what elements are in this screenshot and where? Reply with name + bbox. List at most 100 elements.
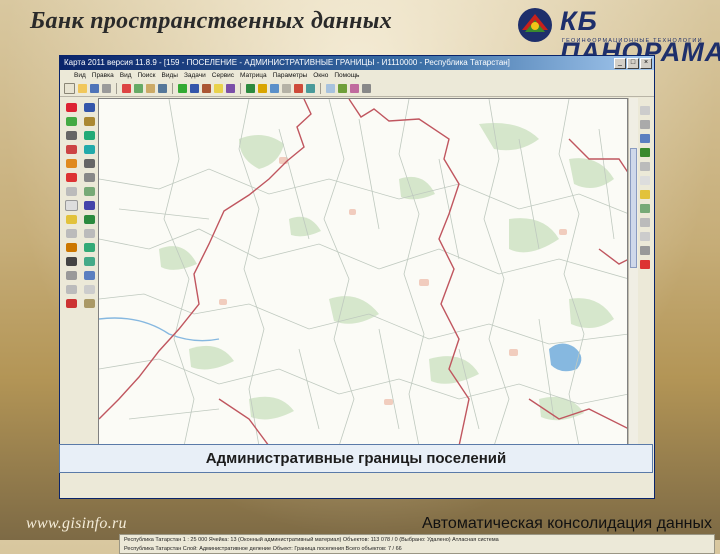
terrain-icon[interactable] — [640, 204, 650, 213]
report-icon[interactable] — [640, 218, 650, 227]
slide-title: Банк пространственных данных — [30, 8, 393, 34]
zoom-in-icon[interactable] — [178, 84, 187, 93]
text-icon[interactable] — [83, 158, 95, 168]
hand-icon[interactable] — [202, 84, 211, 93]
split-icon[interactable] — [65, 158, 77, 168]
maximize-button[interactable]: □ — [627, 58, 639, 69]
cut-object-icon[interactable] — [65, 144, 77, 154]
vertex-icon[interactable] — [65, 228, 77, 238]
menu-item[interactable]: Правка — [92, 70, 114, 81]
company-logo: КБ ПАНОРАМА ГЕОИНФОРМАЦИОННЫЕ ТЕХНОЛОГИИ — [516, 4, 720, 67]
cut-icon[interactable] — [122, 84, 131, 93]
snap-icon[interactable] — [83, 228, 95, 238]
close-button[interactable]: × — [640, 58, 652, 69]
edit-point-icon[interactable] — [83, 116, 95, 126]
settings-icon[interactable] — [362, 84, 371, 93]
pencil-icon[interactable] — [65, 102, 77, 112]
grid-panel-icon[interactable] — [640, 176, 650, 185]
lake — [549, 343, 582, 372]
menu-item[interactable]: Вид — [74, 70, 86, 81]
settlement-boundaries — [99, 99, 627, 444]
grid-icon[interactable] — [326, 84, 335, 93]
move-icon[interactable] — [83, 172, 95, 182]
copy-icon[interactable] — [134, 84, 143, 93]
check-icon[interactable] — [65, 284, 77, 294]
line-icon[interactable] — [65, 130, 77, 140]
tree-icon[interactable] — [640, 148, 650, 157]
layers-panel-icon[interactable] — [640, 106, 650, 115]
layer-icon[interactable] — [214, 84, 223, 93]
menu-item[interactable]: Задачи — [184, 70, 206, 81]
undo-icon[interactable] — [158, 84, 167, 93]
clip-icon[interactable] — [65, 270, 77, 280]
ruler-icon[interactable] — [83, 214, 95, 224]
scissors-icon[interactable] — [83, 144, 95, 154]
select-icon[interactable] — [65, 116, 77, 126]
menu-item[interactable]: Параметры — [273, 70, 308, 81]
region-icon[interactable] — [83, 256, 95, 266]
join-icon[interactable] — [83, 200, 95, 210]
lightning-icon[interactable] — [258, 84, 267, 93]
menu-item[interactable]: Поиск — [138, 70, 156, 81]
paste-icon[interactable] — [146, 84, 155, 93]
polygon-icon[interactable] — [83, 130, 95, 140]
flag-icon[interactable] — [640, 260, 650, 269]
delete-object-icon[interactable] — [65, 172, 77, 182]
window-titlebar[interactable]: Карта 2011 версия 11.8.9 - [159 - ПОСЕЛЕ… — [60, 56, 654, 70]
right-tool-palette — [638, 106, 652, 362]
new-file-icon[interactable] — [64, 83, 75, 94]
menu-item[interactable]: Матрица — [240, 70, 267, 81]
rotate-icon[interactable] — [65, 186, 77, 196]
save-icon[interactable] — [90, 84, 99, 93]
logo-mark-icon — [518, 8, 552, 42]
search-icon[interactable] — [270, 84, 279, 93]
toolbar-separator — [172, 83, 173, 94]
vertical-scrollbar[interactable] — [628, 98, 638, 445]
menu-item[interactable]: Сервис — [212, 70, 234, 81]
toolbar-separator — [116, 83, 117, 94]
table-panel-icon[interactable] — [640, 162, 650, 171]
main-toolbar — [60, 81, 654, 97]
refresh-icon[interactable] — [306, 84, 315, 93]
menu-item[interactable]: Помощь — [334, 70, 359, 81]
warning-icon[interactable] — [65, 256, 77, 266]
measure-icon[interactable] — [246, 84, 255, 93]
navigator-icon[interactable] — [640, 134, 650, 143]
menu-item[interactable]: Окно — [313, 70, 328, 81]
pin-icon[interactable] — [65, 298, 77, 308]
map-caption: Административные границы поселений — [59, 444, 653, 473]
menu-bar: Вид Правка Вид Поиск Виды Задачи Сервис … — [60, 70, 654, 81]
website-url[interactable]: www.gisinfo.ru — [26, 515, 127, 533]
menu-item[interactable]: Виды — [162, 70, 178, 81]
delete-icon[interactable] — [294, 84, 303, 93]
group-icon[interactable] — [83, 242, 95, 252]
symbol-icon[interactable] — [83, 270, 95, 280]
toolbar-separator — [320, 83, 321, 94]
status-line-1: Республика Татарстан 1 : 25 000 Ячейка: … — [124, 537, 499, 543]
grid-tool-icon[interactable] — [83, 284, 95, 294]
map-drawing — [99, 99, 627, 444]
style-icon[interactable] — [350, 84, 359, 93]
export-icon[interactable] — [640, 246, 650, 255]
legend-icon[interactable] — [226, 84, 235, 93]
zoom-out-icon[interactable] — [190, 84, 199, 93]
window-controls: _ □ × — [614, 58, 652, 69]
minimize-button[interactable]: _ — [614, 58, 626, 69]
status-bar: Республика Татарстан 1 : 25 000 Ячейка: … — [119, 534, 715, 554]
properties-icon[interactable] — [282, 84, 291, 93]
map-canvas[interactable] — [98, 98, 628, 445]
brush-icon[interactable] — [83, 102, 95, 112]
copy-object-icon[interactable] — [83, 186, 95, 196]
fill-icon[interactable] — [65, 214, 77, 224]
list-icon[interactable] — [640, 232, 650, 241]
label-icon[interactable] — [65, 242, 77, 252]
legend-panel-icon[interactable] — [640, 120, 650, 129]
table-icon[interactable] — [64, 199, 78, 211]
map-icon[interactable] — [338, 84, 347, 93]
menu-item[interactable]: Вид — [120, 70, 132, 81]
highlight-icon[interactable] — [640, 190, 650, 199]
scrollbar-thumb[interactable] — [630, 148, 637, 268]
open-folder-icon[interactable] — [78, 84, 87, 93]
compass-icon[interactable] — [83, 298, 95, 308]
print-icon[interactable] — [102, 84, 111, 93]
